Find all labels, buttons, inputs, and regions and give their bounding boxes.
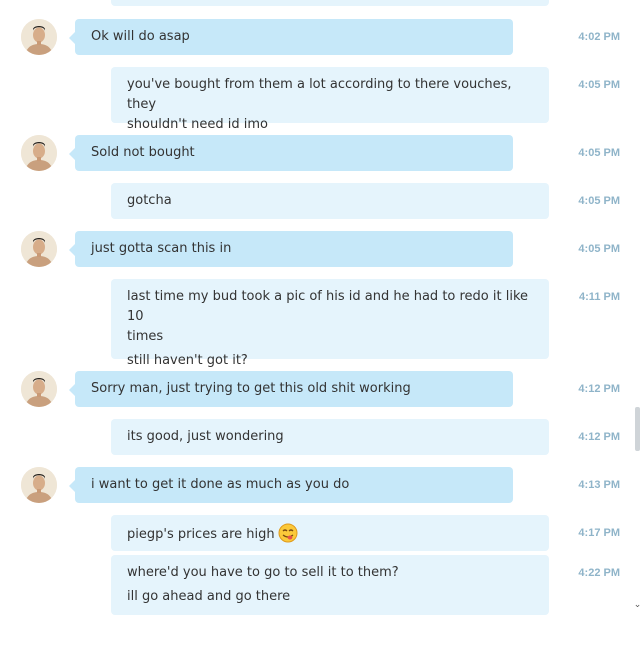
message-text: still haven't got it?: [127, 353, 248, 368]
message-time: 4:11 PM: [579, 291, 620, 303]
scrollbar-thumb[interactable]: [635, 407, 640, 451]
message-text: Sold not bought: [91, 145, 195, 160]
message-text: times: [127, 329, 164, 344]
message-time: 4:05 PM: [578, 147, 620, 159]
tongue-out-emoji-icon: [278, 523, 298, 543]
message-time: 4:13 PM: [578, 479, 620, 491]
message-time: 4:05 PM: [578, 79, 620, 91]
message-text: where'd you have to go to sell it to the…: [127, 565, 399, 580]
message-time: 4:12 PM: [578, 431, 620, 443]
message-bubble-incoming: Ok will do asap: [69, 19, 513, 55]
message-bubble-partial: [111, 0, 549, 6]
message-text: ill go ahead and go there: [127, 589, 291, 604]
message-bubble-incoming: just gotta scan this in: [69, 231, 513, 267]
message-text: shouldn't need id imo: [127, 117, 268, 132]
message-text: its good, just wondering: [127, 429, 284, 444]
message-time: 4:17 PM: [578, 527, 620, 539]
message-time: 4:02 PM: [578, 31, 620, 43]
message-bubble-incoming: Sorry man, just trying to get this old s…: [69, 371, 513, 407]
message-text: gotcha: [127, 193, 172, 208]
scroll-down-arrow-icon[interactable]: ⌄: [633, 600, 642, 610]
message-text: Ok will do asap: [91, 29, 190, 44]
message-time: 4:22 PM: [578, 567, 620, 579]
scrollbar[interactable]: ⌄: [632, 0, 643, 648]
message-text: last time my bud took a pic of his id an…: [127, 289, 533, 324]
message-bubble-outgoing: its good, just wondering: [111, 419, 549, 455]
message-text: you've bought from them a lot according …: [127, 77, 516, 112]
message-bubble-outgoing: you've bought from them a lot according …: [111, 67, 549, 132]
avatar[interactable]: [21, 19, 57, 55]
message-time: 4:12 PM: [578, 383, 620, 395]
message-time: 4:05 PM: [578, 243, 620, 255]
avatar[interactable]: [21, 231, 57, 267]
avatar[interactable]: [21, 371, 57, 407]
avatar[interactable]: [21, 135, 57, 171]
message-time: 4:05 PM: [578, 195, 620, 207]
message-text: piegp's prices are high: [127, 527, 275, 542]
message-text: i want to get it done as much as you do: [91, 477, 350, 492]
message-line: piegp's prices are high: [127, 523, 533, 545]
message-bubble-outgoing: last time my bud took a pic of his id an…: [111, 279, 549, 368]
message-bubble-outgoing: where'd you have to go to sell it to the…: [111, 555, 549, 615]
message-text: Sorry man, just trying to get this old s…: [91, 381, 411, 396]
chat-history: Ok will do asap 4:02 PM you've bought fr…: [0, 0, 632, 648]
message-bubble-outgoing: piegp's prices are high: [111, 515, 549, 551]
message-bubble-incoming: Sold not bought: [69, 135, 513, 171]
avatar[interactable]: [21, 467, 57, 503]
message-text: just gotta scan this in: [91, 241, 232, 256]
message-bubble-incoming: i want to get it done as much as you do: [69, 467, 513, 503]
message-bubble-outgoing: gotcha: [111, 183, 549, 219]
